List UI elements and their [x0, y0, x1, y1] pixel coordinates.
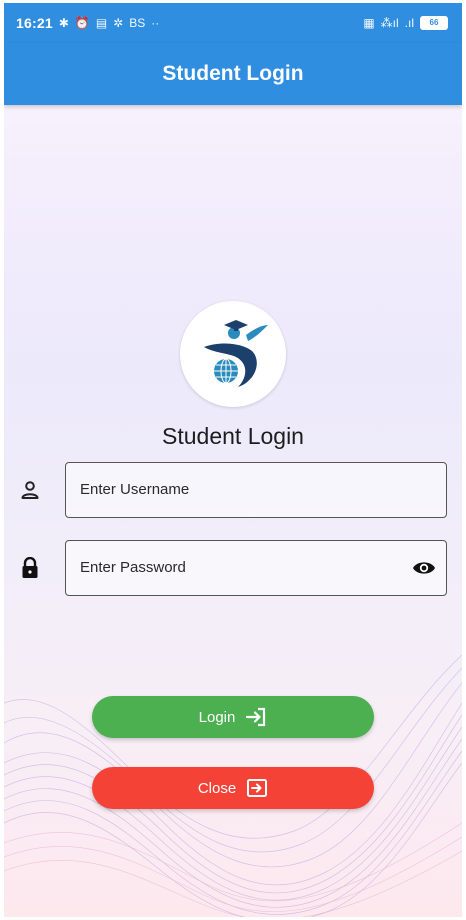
notification-icon: ✲	[113, 16, 124, 30]
alarm-icon: ⏰	[74, 16, 90, 30]
app-screen: 16:21 ✱ ⏰ ▤ ✲ BS ·· ▦ ⁂ıl .ıl 66 Student…	[4, 3, 462, 917]
status-time: 16:21	[16, 15, 53, 31]
lock-icon	[20, 557, 40, 578]
message-icon: ▤	[95, 16, 108, 30]
login-arrow-icon	[245, 707, 267, 727]
login-heading: Student Login	[162, 423, 304, 449]
password-input[interactable]	[80, 541, 400, 594]
password-field[interactable]	[65, 540, 447, 596]
username-field[interactable]	[65, 462, 447, 518]
eye-icon[interactable]	[412, 557, 436, 579]
bluetooth-icon: ✱	[58, 16, 69, 30]
username-row	[4, 462, 462, 518]
status-left: 16:21 ✱ ⏰ ▤ ✲ BS ··	[4, 15, 159, 31]
close-button-label: Close	[197, 779, 237, 797]
volte-icon: ▦	[363, 16, 375, 30]
more-notifications-icon: ··	[151, 16, 160, 30]
school-logo	[180, 301, 286, 407]
app-bar-title: Student Login	[162, 62, 304, 85]
graduate-globe-logo-icon	[204, 320, 268, 387]
username-input[interactable]	[80, 463, 400, 516]
person-icon	[20, 480, 40, 500]
exit-icon	[246, 778, 268, 798]
app-bar: Student Login	[4, 43, 462, 105]
login-button[interactable]: Login	[92, 696, 374, 738]
status-bar: 16:21 ✱ ⏰ ▤ ✲ BS ·· ▦ ⁂ıl .ıl 66	[4, 3, 462, 43]
password-row	[4, 540, 462, 596]
app-notification-icon: BS	[129, 16, 146, 30]
signal-icon-2: .ıl	[404, 16, 414, 30]
login-button-label: Login	[198, 708, 236, 726]
close-button[interactable]: Close	[92, 767, 374, 809]
battery-icon: 66	[420, 16, 448, 30]
signal-icon: ⁂ıl	[380, 16, 399, 30]
status-right: ▦ ⁂ıl .ıl 66	[363, 16, 462, 30]
